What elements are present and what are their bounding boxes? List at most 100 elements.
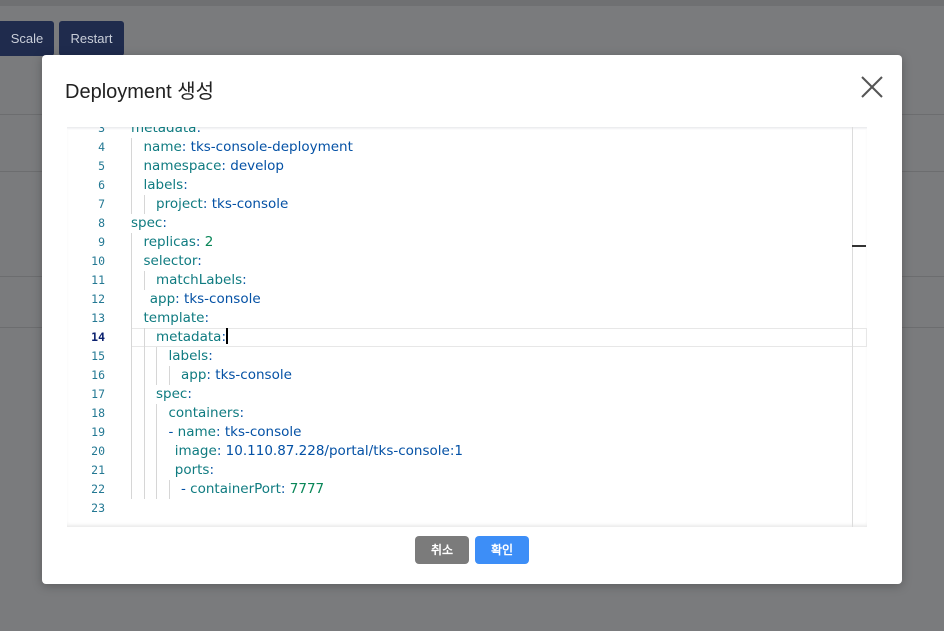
- cancel-button[interactable]: 취소: [415, 536, 469, 564]
- code-text: ports:: [174, 462, 215, 478]
- indent-guide: [143, 480, 145, 499]
- indent-guide: [131, 328, 132, 347]
- indent-guide: [131, 195, 132, 214]
- indent-guide: [131, 385, 132, 404]
- yaml-value: tks-console-deployment: [190, 139, 353, 155]
- code-line[interactable]: 18 containers:: [67, 404, 867, 423]
- indent-guide: [131, 157, 132, 176]
- line-number: 22: [91, 482, 105, 496]
- indent-guide: [168, 480, 170, 499]
- code-line[interactable]: 11 matchLabels:: [67, 271, 867, 290]
- indent-guide: [143, 271, 145, 290]
- yaml-key: metadata: [156, 329, 222, 345]
- code-line[interactable]: 6 labels:: [67, 176, 867, 195]
- indent-guide: [143, 347, 145, 366]
- indent-guide: [131, 442, 132, 461]
- yaml-key: image: [174, 443, 217, 459]
- line-number: 11: [91, 273, 105, 287]
- code-line[interactable]: 15 labels:: [67, 347, 867, 366]
- line-number: 5: [98, 159, 105, 173]
- code-line[interactable]: 22 - containerPort: 7777: [67, 480, 867, 499]
- indent-guide: [156, 404, 157, 423]
- code-text: namespace: develop: [143, 158, 285, 174]
- code-text: app: tks-console: [181, 367, 292, 383]
- yaml-key: spec: [131, 215, 163, 231]
- indent-guide: [156, 347, 157, 366]
- yaml-value: 2: [204, 234, 214, 250]
- code-line[interactable]: 3 metadata:: [67, 127, 867, 138]
- indent-guide: [143, 385, 145, 404]
- line-number: 7: [98, 197, 105, 211]
- yaml-key: replicas: [143, 234, 196, 250]
- restart-button[interactable]: Restart: [59, 21, 124, 56]
- code-line[interactable]: 23: [67, 499, 867, 518]
- code-line[interactable]: 8 spec:: [67, 214, 867, 233]
- minimap-scroll-indicator[interactable]: [852, 245, 866, 247]
- yaml-key: matchLabels: [156, 272, 243, 288]
- text-cursor: [226, 328, 228, 344]
- code-line[interactable]: 17 spec:: [67, 385, 867, 404]
- line-number: 16: [91, 368, 105, 382]
- yaml-value: develop: [230, 158, 284, 174]
- code-line[interactable]: 7 project: tks-console: [67, 195, 867, 214]
- indent-guide: [131, 290, 132, 309]
- editor-scrollbar[interactable]: [852, 127, 853, 527]
- code-line[interactable]: 13 template:: [67, 309, 867, 328]
- code-line[interactable]: 9 replicas: 2: [67, 233, 867, 252]
- code-line[interactable]: 12 app: tks-console: [67, 290, 867, 309]
- indent-guide: [156, 480, 157, 499]
- modal-title: Deployment 생성: [65, 81, 215, 103]
- background-top-bar: [0, 0, 944, 6]
- code-text: project: tks-console: [156, 196, 289, 212]
- line-number: 10: [91, 254, 105, 268]
- yaml-key: ports: [174, 462, 210, 478]
- indent-guide: [143, 404, 145, 423]
- code-text: labels:: [143, 177, 188, 193]
- indent-guide: [131, 309, 132, 328]
- code-text: app: tks-console: [149, 291, 261, 307]
- indent-guide: [143, 195, 145, 214]
- indent-guide: [131, 423, 132, 442]
- line-number: 3: [98, 127, 105, 135]
- yaml-key: app: [181, 367, 207, 383]
- code-line[interactable]: 4 name: tks-console-deployment: [67, 138, 867, 157]
- line-number: 21: [91, 463, 105, 477]
- indent-guide: [156, 423, 157, 442]
- scale-button[interactable]: Scale: [0, 21, 54, 56]
- line-number: 6: [98, 178, 105, 192]
- line-number: 15: [91, 349, 105, 363]
- indent-guide: [143, 423, 145, 442]
- code-line[interactable]: 14 metadata:: [67, 328, 867, 347]
- yaml-key: labels: [143, 177, 184, 193]
- line-number: 4: [98, 140, 105, 154]
- yaml-key: labels: [168, 348, 209, 364]
- close-icon[interactable]: [858, 73, 886, 101]
- code-text: metadata:: [156, 328, 228, 345]
- code-text: - name: tks-console: [168, 424, 302, 440]
- indent-guide: [131, 176, 132, 195]
- code-line[interactable]: 21 ports:: [67, 461, 867, 480]
- code-text: labels:: [168, 348, 213, 364]
- yaml-value: 7777: [289, 481, 325, 497]
- code-line[interactable]: 10 selector:: [67, 252, 867, 271]
- active-line-highlight: [131, 328, 867, 347]
- indent-guide: [131, 480, 132, 499]
- confirm-button[interactable]: 확인: [475, 536, 529, 564]
- indent-guide: [168, 366, 170, 385]
- code-text: metadata:: [131, 127, 201, 138]
- yaml-key: namespace: [143, 158, 222, 174]
- yaml-code-editor[interactable]: 3 metadata: 4 name: tks-console-deployment 5…: [67, 127, 867, 527]
- yaml-value: tks-console: [184, 291, 261, 307]
- yaml-key: containerPort: [190, 481, 281, 497]
- code-line[interactable]: 19 - name: tks-console: [67, 423, 867, 442]
- indent-guide: [143, 461, 145, 480]
- indent-guide: [143, 366, 145, 385]
- code-line[interactable]: 16 app: tks-console: [67, 366, 867, 385]
- yaml-key: template: [143, 310, 205, 326]
- code-line[interactable]: 5 namespace: develop: [67, 157, 867, 176]
- indent-guide: [143, 442, 145, 461]
- code-line[interactable]: 20 image: 10.110.87.228/portal/tks-consol…: [67, 442, 867, 461]
- yaml-value: 10.110.87.228/portal/tks-console:1: [225, 443, 463, 459]
- line-number: 12: [91, 292, 105, 306]
- yaml-value: tks-console: [224, 424, 302, 440]
